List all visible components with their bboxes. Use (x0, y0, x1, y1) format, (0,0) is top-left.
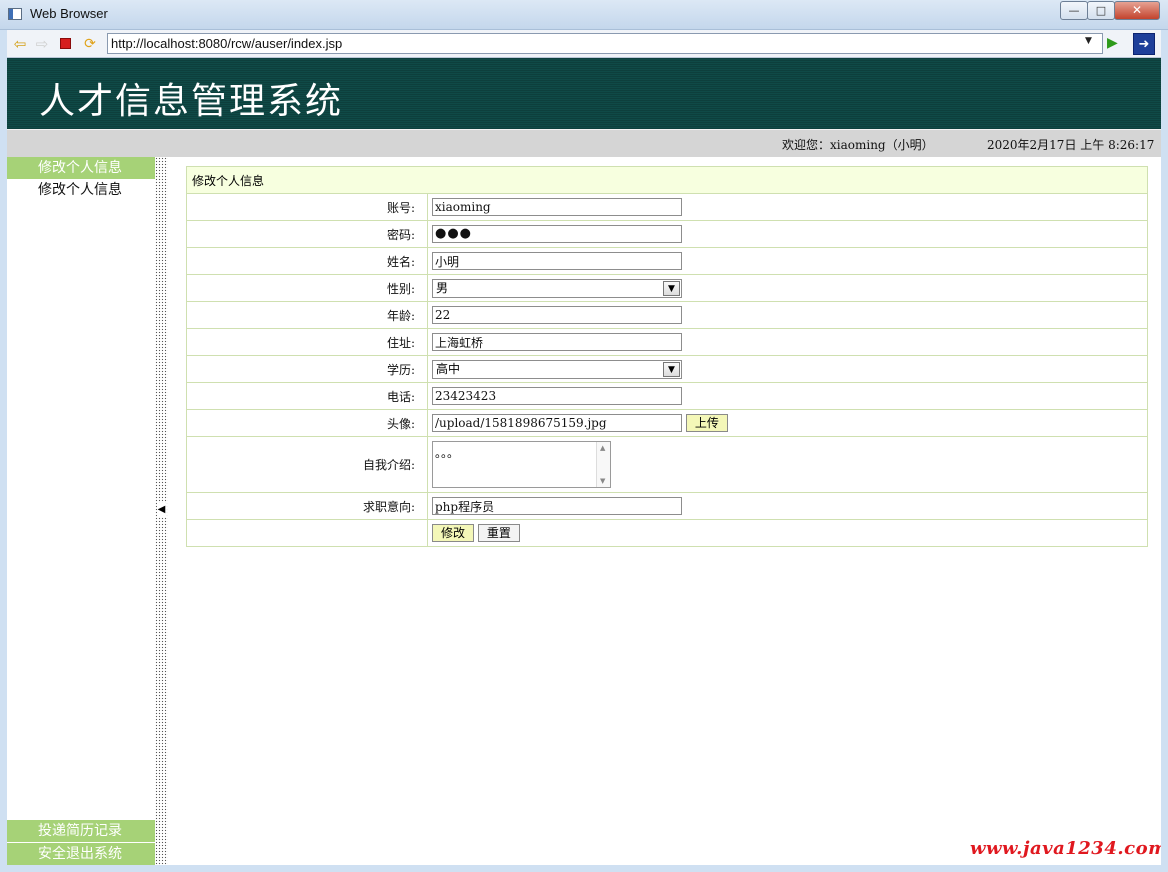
collapse-arrow-icon[interactable]: ◀ (157, 503, 166, 517)
gender-label: 性别: (186, 274, 428, 302)
phone-label: 电话: (186, 382, 428, 410)
forward-arrow-icon[interactable]: ⇨ (33, 35, 51, 53)
exit-icon[interactable]: ➜ (1133, 33, 1155, 55)
education-label: 学历: (186, 355, 428, 383)
name-input[interactable] (432, 252, 682, 270)
intro-text: 。。。 (435, 446, 460, 460)
watermark-text: www.java1234.com (970, 838, 1161, 859)
welcome-text: 欢迎您：xiaoming（小明） (782, 138, 934, 152)
reset-button[interactable]: 重置 (477, 524, 520, 542)
age-input[interactable] (432, 306, 682, 324)
menu-header-resume-records[interactable]: 投递简历记录 (7, 820, 155, 842)
window-bottom-border (0, 865, 1168, 872)
sidebar: 修改个人信息 修改个人信息 投递简历记录 安全退出系统 (7, 157, 155, 865)
menu-item-edit-profile[interactable]: 修改个人信息 (7, 179, 155, 201)
scroll-down-icon[interactable]: ▼ (600, 477, 605, 485)
back-arrow-icon[interactable]: ⇦ (11, 35, 29, 53)
intro-label: 自我介绍: (186, 436, 428, 493)
refresh-icon[interactable]: ⟳ (81, 35, 99, 53)
app-title: 人才信息管理系统 (39, 81, 344, 122)
form-title: 修改个人信息 (186, 166, 1148, 194)
window-title: Web Browser (30, 6, 108, 21)
submit-button[interactable]: 修改 (432, 524, 475, 542)
scroll-up-icon[interactable]: ▲ (600, 444, 605, 452)
intro-textarea[interactable]: 。。。 ▲ ▼ (432, 441, 611, 488)
info-bar: 欢迎您：xiaoming（小明） 2020年2月17日 上午 8:26:17 (7, 129, 1161, 157)
address-input[interactable] (432, 333, 682, 351)
account-label: 账号: (186, 193, 428, 221)
chevron-down-icon[interactable]: ▼ (663, 361, 680, 377)
window-controls: — □ ✕ (1060, 1, 1160, 20)
sidebar-bottom-menu: 投递简历记录 安全退出系统 (7, 819, 155, 865)
gender-selected-value: 男 (436, 280, 449, 295)
job-intention-label: 求职意向: (186, 492, 428, 520)
app-banner: 人才信息管理系统 (7, 58, 1161, 129)
browser-app-icon (8, 8, 22, 20)
sidebar-splitter[interactable]: ◀ (155, 157, 168, 865)
close-button[interactable]: ✕ (1114, 1, 1160, 20)
go-arrow-icon[interactable]: ▶ (1107, 35, 1118, 51)
password-label: 密码: (186, 220, 428, 248)
upload-button[interactable]: 上传 (685, 414, 728, 432)
password-input[interactable]: ●●● (432, 225, 682, 243)
app-viewport: 人才信息管理系统 欢迎您：xiaoming（小明） 2020年2月17日 上午 … (7, 58, 1161, 865)
textarea-scrollbar[interactable]: ▲ ▼ (596, 442, 610, 487)
main-content: 修改个人信息 账号: 密码: ●●● 姓名: 性别: 男 ▼ (186, 166, 1148, 547)
profile-form: 修改个人信息 账号: 密码: ●●● 姓名: 性别: 男 ▼ (186, 166, 1148, 547)
url-dropdown-icon[interactable]: ▼ (1085, 36, 1092, 46)
actions-spacer (186, 519, 428, 547)
address-toolbar: ⇦ ⇨ ⟳ ▼ ▶ ➜ (7, 30, 1161, 58)
menu-header-edit-profile[interactable]: 修改个人信息 (7, 157, 155, 179)
account-input[interactable] (432, 198, 682, 216)
address-label: 住址: (186, 328, 428, 356)
gender-select[interactable]: 男 ▼ (432, 278, 682, 298)
education-selected-value: 高中 (436, 361, 461, 376)
name-label: 姓名: (186, 247, 428, 275)
stop-icon[interactable] (60, 38, 71, 49)
minimize-button[interactable]: — (1060, 1, 1088, 20)
education-select[interactable]: 高中 ▼ (432, 359, 682, 379)
avatar-label: 头像: (186, 409, 428, 437)
maximize-button[interactable]: □ (1087, 1, 1115, 20)
url-input[interactable] (107, 33, 1103, 54)
avatar-path-input[interactable] (432, 414, 682, 432)
window-titlebar: Web Browser — □ ✕ (0, 0, 1168, 30)
datetime-text: 2020年2月17日 上午 8:26:17 (987, 138, 1155, 152)
chevron-down-icon[interactable]: ▼ (663, 280, 680, 296)
menu-header-logout[interactable]: 安全退出系统 (7, 843, 155, 865)
job-intention-input[interactable] (432, 497, 682, 515)
phone-input[interactable] (432, 387, 682, 405)
age-label: 年龄: (186, 301, 428, 329)
